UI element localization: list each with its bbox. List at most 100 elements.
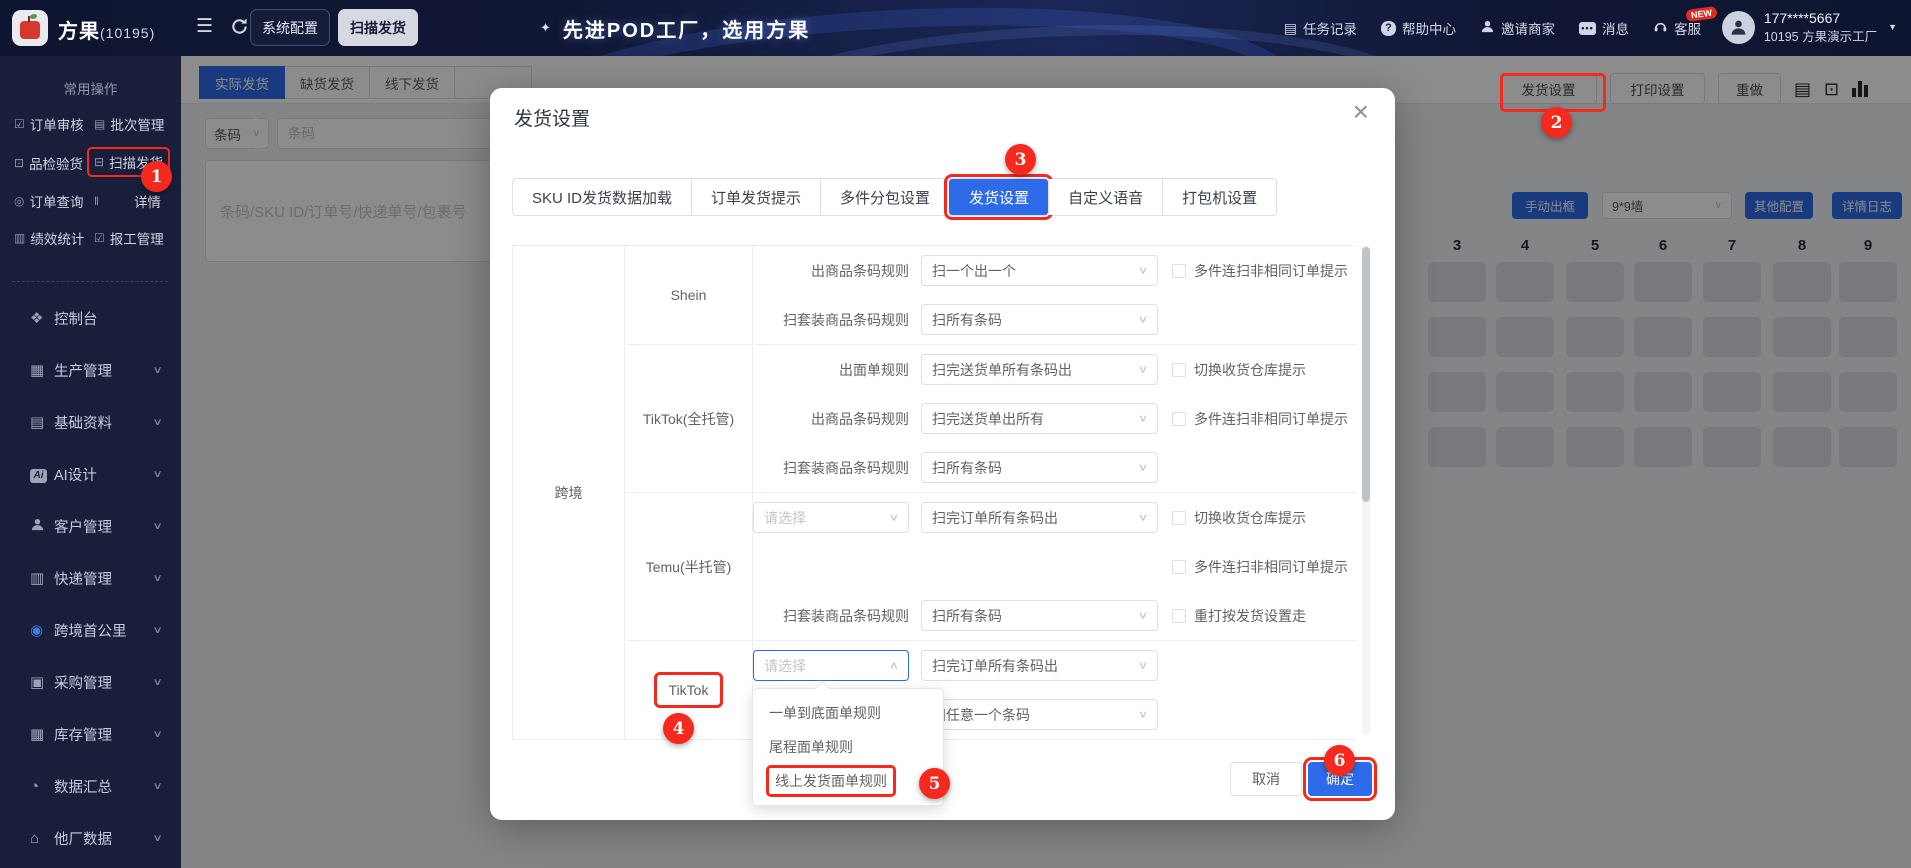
sidebar-item-快递管理[interactable]: ▥ 快递管理 ∨ — [0, 552, 181, 604]
topbar-nav-item[interactable]: 客服 NEW — [1653, 5, 1718, 38]
topbar-nav-item[interactable]: ▤ 任务记录 — [1284, 18, 1357, 38]
checkbox-切换收货仓库提示[interactable]: 切换收货仓库提示 — [1172, 360, 1306, 380]
sidebar-item-采购管理[interactable]: ▣ 采购管理 ∨ — [0, 656, 181, 708]
quick-item-icon: ‖ — [94, 194, 99, 208]
invite-icon — [1480, 19, 1495, 37]
sidebar-item-生产管理[interactable]: ▦ 生产管理 ∨ — [0, 344, 181, 396]
chevron-down-icon: ∨ — [152, 676, 163, 688]
menu-item-label: 数据汇总 — [54, 779, 112, 796]
dialog-tab-发货设置[interactable]: 发货设置 — [944, 174, 1054, 220]
checkbox-icon[interactable] — [1172, 559, 1186, 574]
rule-label: 出商品条码规则 — [811, 262, 909, 279]
sidebar-quick-订单审核[interactable]: ☑ 订单审核 — [14, 114, 84, 134]
checkbox-icon[interactable] — [1172, 608, 1186, 623]
checkbox-icon[interactable] — [1172, 263, 1186, 278]
rule-label-zone: 请选择 ∨ — [753, 502, 909, 533]
topbar-nav-label: 邀请商家 — [1501, 22, 1555, 37]
platform-cell: Shein — [625, 246, 753, 344]
quick-item-icon: ☑ — [14, 117, 25, 131]
checkbox-icon[interactable] — [1172, 510, 1186, 525]
chevron-down-icon: ∨ — [152, 780, 163, 792]
sidebar-item-跨境首公里[interactable]: ◉ 跨境首公里 ∨ — [0, 604, 181, 656]
chevron-up-icon: ∧ — [888, 660, 900, 672]
rule-value-select[interactable]: 扫任意一个条码 ∨ — [921, 699, 1158, 730]
rule-type-select[interactable]: 请选择 ∨ — [753, 502, 909, 533]
sidebar-item-库存管理[interactable]: ▦ 库存管理 ∨ — [0, 708, 181, 760]
chevron-down-icon: ∨ — [888, 512, 900, 524]
checkbox-切换收货仓库提示[interactable]: 切换收货仓库提示 — [1172, 508, 1306, 528]
dialog-tab-多件分包设置[interactable]: 多件分包设置 — [820, 179, 950, 215]
rule-value-select[interactable]: 扫完订单所有条码出 ∨ — [921, 502, 1158, 533]
checkbox-重打按发货设置走[interactable]: 重打按发货设置走 — [1172, 606, 1306, 626]
sidebar-item-他厂数据[interactable]: ⌂ 他厂数据 ∨ — [0, 812, 181, 864]
rule-value-select[interactable]: 扫完送货单出所有 ∨ — [921, 403, 1158, 434]
dialog-tab-打包机设置[interactable]: 打包机设置 — [1162, 179, 1277, 215]
menu-item-label: 库存管理 — [54, 727, 112, 744]
checkbox-label: 多件连扫非相同订单提示 — [1194, 262, 1348, 279]
setting-line: 出商品条码规则 扫完送货单出所有 ∨ 多件连扫非相同订单提示 — [753, 394, 1357, 443]
cancel-button[interactable]: 取消 — [1230, 762, 1302, 796]
system-config-button[interactable]: 系统配置 — [250, 9, 330, 46]
topbar-nav-item[interactable]: ••• 消息 — [1579, 18, 1629, 38]
sidebar-quick-扫描发货[interactable]: ⊟ 扫描发货 — [86, 147, 171, 177]
sidebar-quick-订单查询[interactable]: ◎ 订单查询 — [14, 191, 83, 211]
sidebar-quick-报工管理[interactable]: ☑ 报工管理 — [94, 228, 164, 248]
highlighted-option: 线上发货面单规则 — [766, 765, 896, 797]
topbar-nav-item[interactable]: ? 帮助中心 — [1381, 18, 1456, 38]
rule-value-select[interactable]: 扫完订单所有条码出 ∨ — [921, 650, 1158, 681]
confirm-button[interactable]: 确定 — [1303, 757, 1377, 801]
refresh-icon[interactable] — [230, 17, 249, 41]
select-placeholder: 请选择 — [764, 509, 806, 526]
user-factory: 10195 方果演示工厂 — [1763, 30, 1878, 45]
dialog-tab-SKU ID发货数据加载[interactable]: SKU ID发货数据加载 — [513, 179, 692, 215]
sidebar-item-AI设计[interactable]: Ai AI设计 ∨ — [0, 448, 181, 500]
sidebar-quick-详情[interactable]: ‖ 详情 — [94, 191, 161, 211]
checkbox-多件连扫非相同订单提示[interactable]: 多件连扫非相同订单提示 — [1172, 557, 1348, 577]
quick-item-icon: ◎ — [14, 194, 25, 208]
menu-item-label: 客户管理 — [54, 519, 112, 536]
close-icon[interactable]: × — [1353, 98, 1369, 126]
topbar-nav-item[interactable]: 邀请商家 — [1480, 18, 1555, 38]
menu-item-icon: ▤ — [30, 414, 45, 431]
setting-line: 扫套装商品条码规则 扫所有条码 ∨ 重打按发货设置走 — [753, 591, 1357, 640]
checkbox-多件连扫非相同订单提示[interactable]: 多件连扫非相同订单提示 — [1172, 261, 1348, 281]
sidebar-item-控制台[interactable]: ❖ 控制台 — [0, 292, 181, 344]
rule-value-select[interactable]: 扫一个出一个 ∨ — [921, 255, 1158, 286]
dropdown-option-一单到底面单规则[interactable]: 一单到底面单规则 — [753, 696, 943, 730]
sidebar-quick-品检验货[interactable]: ⊡ 品检验货 — [14, 153, 83, 173]
rule-value-select[interactable]: 扫所有条码 ∨ — [921, 452, 1158, 483]
sidebar-item-基础资料[interactable]: ▤ 基础资料 ∨ — [0, 396, 181, 448]
rule-value-select[interactable]: 扫完送货单所有条码出 ∨ — [921, 354, 1158, 385]
rule-value-select[interactable]: 扫所有条码 ∨ — [921, 304, 1158, 335]
dialog-tab-自定义语音[interactable]: 自定义语音 — [1048, 179, 1163, 215]
sidebar-quick-批次管理[interactable]: ▤ 批次管理 — [94, 114, 164, 134]
platform-label-TikTok: TikTok — [653, 672, 724, 708]
rule-value-zone: 扫完订单所有条码出 ∨ — [921, 502, 1158, 533]
collapse-menu-icon[interactable]: ☰ — [196, 17, 213, 37]
menu-item-label: 跨境首公里 — [54, 623, 127, 640]
rule-value-select[interactable]: 扫所有条码 ∨ — [921, 600, 1158, 631]
checkbox-label: 多件连扫非相同订单提示 — [1194, 558, 1348, 575]
menu-item-icon — [30, 517, 54, 536]
platform-cell: Temu(半托管) — [625, 493, 753, 640]
chevron-down-icon: ∨ — [1137, 314, 1149, 326]
chevron-down-icon: ▼ — [1888, 22, 1897, 33]
checkbox-icon[interactable] — [1172, 411, 1186, 426]
menu-item-icon: ▣ — [30, 674, 45, 691]
checkbox-icon[interactable] — [1172, 362, 1186, 377]
scan-ship-button[interactable]: 扫描发货 — [338, 9, 418, 46]
dropdown-option-尾程面单规则[interactable]: 尾程面单规则 — [753, 730, 943, 764]
sparkle-icon: ✦ — [540, 20, 551, 35]
platform-lines: 请选择 ∨ 扫完订单所有条码出 ∨ 切换收货仓库提示 多件连扫非相同订单提示 扫套装商品条码… — [753, 493, 1357, 640]
rule-type-select[interactable]: 请选择 ∧ — [753, 650, 909, 681]
rule-checks-zone: 切换收货仓库提示 — [1172, 508, 1306, 528]
user-menu[interactable]: 177****5667 10195 方果演示工厂 ▼ — [1721, 8, 1897, 46]
scrollbar-thumb[interactable] — [1362, 247, 1370, 502]
sidebar-item-数据汇总[interactable]: ◔ 数据汇总 ∨ — [0, 760, 181, 812]
quick-item-label: 扫描发货 — [109, 156, 164, 171]
sidebar-quick-绩效统计[interactable]: ▥ 绩效统计 — [14, 228, 84, 248]
sidebar-item-客户管理[interactable]: 客户管理 ∨ — [0, 500, 181, 552]
dialog-tab-订单发货提示[interactable]: 订单发货提示 — [691, 179, 821, 215]
dropdown-option-线上发货面单规则[interactable]: 线上发货面单规则 — [753, 764, 943, 798]
checkbox-多件连扫非相同订单提示[interactable]: 多件连扫非相同订单提示 — [1172, 409, 1348, 429]
